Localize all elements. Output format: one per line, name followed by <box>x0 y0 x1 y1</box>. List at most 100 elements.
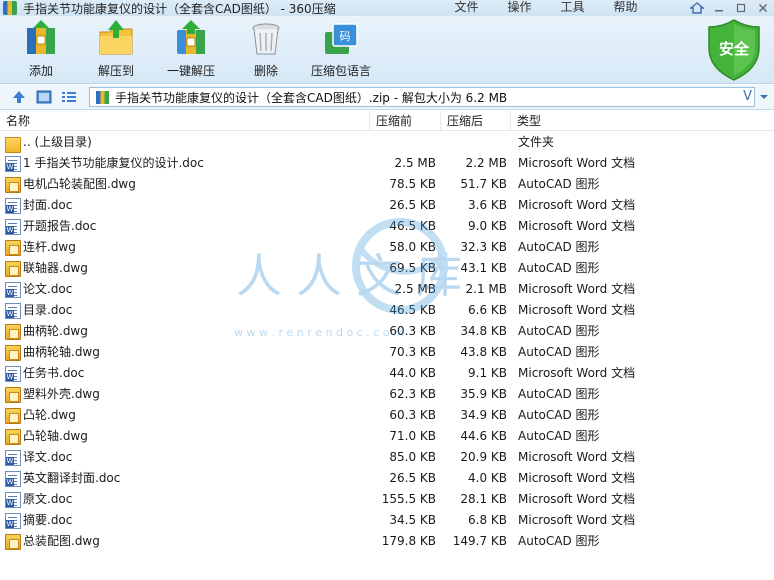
file-row[interactable]: 联轴器.dwg 69.5 KB 43.1 KB AutoCAD 图形 <box>0 258 774 279</box>
unpacked-size: 51.7 KB <box>460 177 507 191</box>
word-doc-icon <box>5 512 21 529</box>
file-name-cell: 曲柄轮.dwg <box>5 321 88 342</box>
file-name-cell: 联轴器.dwg <box>5 258 88 279</box>
file-name-cell: 1 手指关节功能康复仪的设计.doc <box>5 153 204 174</box>
file-row[interactable]: 1 手指关节功能康复仪的设计.doc 2.5 MB 2.2 MB Microsoft … <box>0 153 774 174</box>
file-row[interactable]: 原文.doc 155.5 KB 28.1 KB Microsoft Word 文档 <box>0 489 774 510</box>
delete-button[interactable]: 删除 <box>231 18 301 79</box>
dwg-file-icon <box>5 176 21 193</box>
file-row[interactable]: 塑料外壳.dwg 62.3 KB 35.9 KB AutoCAD 图形 <box>0 384 774 405</box>
file-row[interactable]: 总装配图.dwg 179.8 KB 149.7 KB AutoCAD 图形 <box>0 531 774 552</box>
file-type: AutoCAD 图形 <box>518 429 600 443</box>
file-row[interactable]: 论文.doc 2.5 MB 2.1 MB Microsoft Word 文档 <box>0 279 774 300</box>
file-row[interactable]: 凸轮轴.dwg 71.0 KB 44.6 KB AutoCAD 图形 <box>0 426 774 447</box>
maximize-icon[interactable] <box>730 0 752 16</box>
menu-file[interactable]: 文件 <box>440 0 493 16</box>
file-row[interactable]: 曲柄轮.dwg 60.3 KB 34.8 KB AutoCAD 图形 <box>0 321 774 342</box>
file-row[interactable]: 英文翻译封面.doc 26.5 KB 4.0 KB Microsoft Word 文档 <box>0 468 774 489</box>
file-type: Microsoft Word 文档 <box>518 513 636 527</box>
archive-language-button[interactable]: 码 压缩包语言 <box>306 18 376 79</box>
chevron-down-icon[interactable] <box>757 89 771 105</box>
unpacked-size: 6.6 KB <box>468 303 507 317</box>
packed-size: 60.3 KB <box>389 408 436 422</box>
packed-size: 69.5 KB <box>389 261 436 275</box>
word-doc-icon <box>5 218 21 235</box>
file-row[interactable]: 封面.doc 26.5 KB 3.6 KB Microsoft Word 文档 <box>0 195 774 216</box>
security-shield-button[interactable]: 安全 <box>706 18 762 82</box>
dwg-file-icon <box>5 260 21 277</box>
file-name-cell: 任务书.doc <box>5 363 84 384</box>
file-type: Microsoft Word 文档 <box>518 303 636 317</box>
window-title: 手指关节功能康复仪的设计（全套含CAD图纸） - 360压缩 <box>23 1 336 16</box>
file-row[interactable]: 摘要.doc 34.5 KB 6.8 KB Microsoft Word 文档 <box>0 510 774 531</box>
file-row[interactable]: 凸轮.dwg 60.3 KB 34.9 KB AutoCAD 图形 <box>0 405 774 426</box>
file-row[interactable]: 连杆.dwg 58.0 KB 32.3 KB AutoCAD 图形 <box>0 237 774 258</box>
file-name: 1 手指关节功能康复仪的设计.doc <box>23 156 204 170</box>
unpacked-size: 44.6 KB <box>460 429 507 443</box>
file-row[interactable]: 电机凸轮装配图.dwg 78.5 KB 51.7 KB AutoCAD 图形 <box>0 174 774 195</box>
file-row[interactable]: 目录.doc 46.5 KB 6.6 KB Microsoft Word 文档 <box>0 300 774 321</box>
file-name: 电机凸轮装配图.dwg <box>23 177 136 191</box>
packed-size: 71.0 KB <box>389 429 436 443</box>
list-view-icon[interactable] <box>59 88 79 106</box>
unpacked-size: 4.0 KB <box>468 471 507 485</box>
file-name: 塑料外壳.dwg <box>23 387 100 401</box>
unpacked-size: 2.1 MB <box>465 282 507 296</box>
unpacked-size: 34.8 KB <box>460 324 507 338</box>
skin-icon[interactable] <box>686 0 708 16</box>
extract-folder-icon <box>96 18 136 58</box>
unpacked-size: 28.1 KB <box>460 492 507 506</box>
add-button[interactable]: 添加 <box>6 18 76 79</box>
thumbnail-view-icon[interactable] <box>34 88 54 106</box>
file-row[interactable]: 曲柄轮轴.dwg 70.3 KB 43.8 KB AutoCAD 图形 <box>0 342 774 363</box>
file-name: 总装配图.dwg <box>23 534 100 548</box>
unpacked-size: 35.9 KB <box>460 387 507 401</box>
file-type: AutoCAD 图形 <box>518 324 600 338</box>
menu-operation[interactable]: 操作 <box>493 0 546 16</box>
file-name-cell: 封面.doc <box>5 195 72 216</box>
column-type[interactable]: 类型 <box>511 111 774 131</box>
file-type: AutoCAD 图形 <box>518 261 600 275</box>
file-type: AutoCAD 图形 <box>518 345 600 359</box>
delete-label: 删除 <box>253 64 278 78</box>
packed-size: 62.3 KB <box>389 387 436 401</box>
file-name: 英文翻译封面.doc <box>23 471 121 485</box>
file-name-cell: 凸轮轴.dwg <box>5 426 88 447</box>
file-type: AutoCAD 图形 <box>518 240 600 254</box>
menu-help[interactable]: 帮助 <box>599 0 652 16</box>
up-arrow-icon[interactable] <box>9 88 29 106</box>
file-name-cell: 论文.doc <box>5 279 72 300</box>
menu-tools[interactable]: 工具 <box>546 0 599 16</box>
file-name: .. (上级目录) <box>23 135 92 149</box>
language-code-icon: 码 <box>321 18 361 58</box>
file-row[interactable]: 译文.doc 85.0 KB 20.9 KB Microsoft Word 文档 <box>0 447 774 468</box>
column-name[interactable]: 名称 <box>0 111 370 131</box>
word-doc-icon <box>5 155 21 172</box>
word-doc-icon <box>5 449 21 466</box>
file-row[interactable]: 开题报告.doc 46.5 KB 9.0 KB Microsoft Word 文档 <box>0 216 774 237</box>
file-name-cell: 电机凸轮装配图.dwg <box>5 174 136 195</box>
dwg-file-icon <box>5 344 21 361</box>
file-name: 译文.doc <box>23 450 73 464</box>
packed-size: 46.5 KB <box>389 219 436 233</box>
close-icon[interactable] <box>752 0 774 16</box>
file-row[interactable]: .. (上级目录) 文件夹 <box>0 132 774 153</box>
file-name-cell: 塑料外壳.dwg <box>5 384 100 405</box>
packed-size: 2.5 MB <box>394 156 436 170</box>
one-click-extract-button[interactable]: 一键解压 <box>156 18 226 79</box>
address-bar[interactable]: 手指关节功能康复仪的设计（全套含CAD图纸）.zip - 解包大小为 6.2 M… <box>89 87 755 107</box>
unpacked-size: 9.0 KB <box>468 219 507 233</box>
file-name: 联轴器.dwg <box>23 261 88 275</box>
file-name: 原文.doc <box>23 492 73 506</box>
word-doc-icon <box>5 470 21 487</box>
file-row[interactable]: 任务书.doc 44.0 KB 9.1 KB Microsoft Word 文档 <box>0 363 774 384</box>
extract-to-button[interactable]: 解压到 <box>81 18 151 79</box>
column-unpacked-size[interactable]: 压缩后 <box>441 111 511 131</box>
title-bar: 手指关节功能康复仪的设计（全套含CAD图纸） - 360压缩 文件 操作 工具 … <box>0 0 774 16</box>
minimize-icon[interactable] <box>708 0 730 16</box>
file-type: AutoCAD 图形 <box>518 408 600 422</box>
address-v-button[interactable]: V <box>743 89 752 104</box>
dwg-file-icon <box>5 386 21 403</box>
column-packed-size[interactable]: 压缩前 <box>370 111 441 131</box>
packed-size: 78.5 KB <box>389 177 436 191</box>
